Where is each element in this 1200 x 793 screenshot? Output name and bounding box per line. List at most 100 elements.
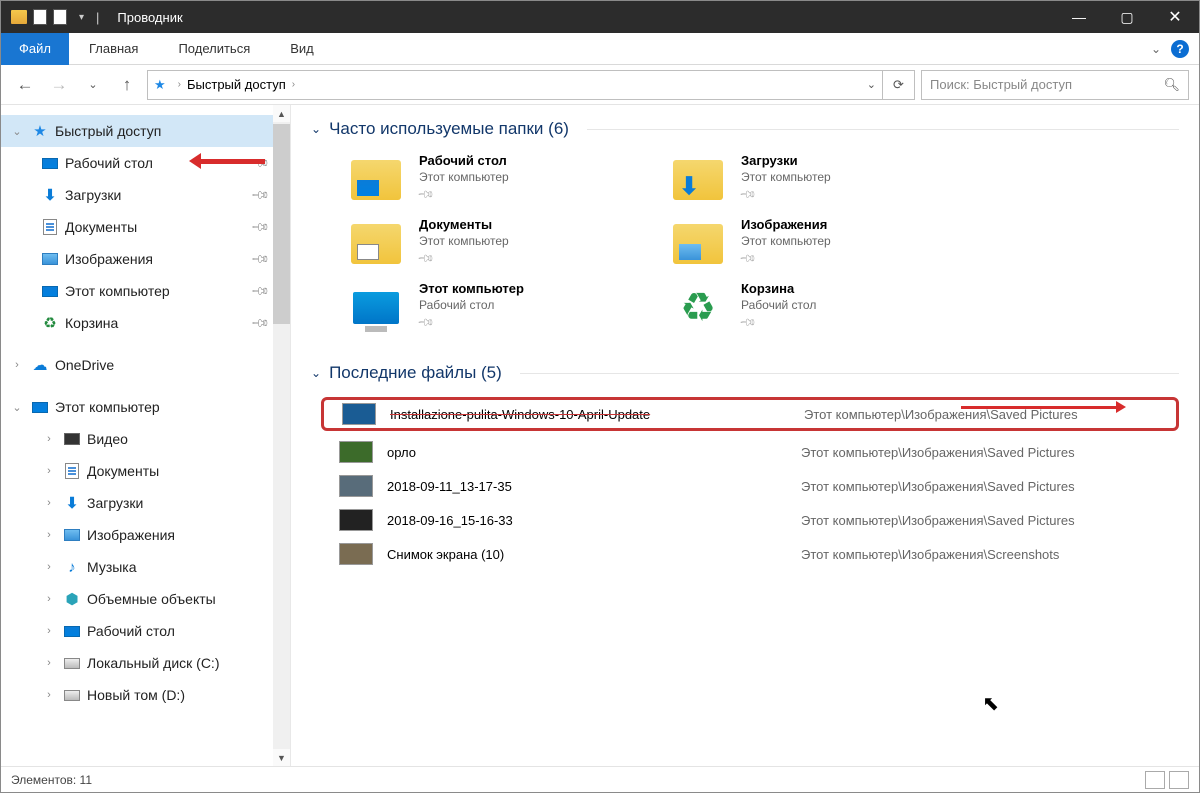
expand-icon[interactable] <box>9 125 25 138</box>
frequent-recycle[interactable]: ♻ КорзинаРабочий стол📌︎ <box>669 281 969 335</box>
scroll-thumb[interactable] <box>273 124 290 324</box>
search-icon[interactable]: 🔍︎ <box>1163 77 1180 93</box>
refresh-button[interactable]: ⟳ <box>882 71 914 99</box>
video-icon <box>63 430 81 448</box>
annotation-arrow <box>201 159 265 164</box>
tree-pictures[interactable]: Изображения 📌︎ <box>1 243 290 275</box>
tree-drive-c[interactable]: Локальный диск (C:) <box>1 647 290 679</box>
tree-downloads[interactable]: ⬇ Загрузки 📌︎ <box>1 179 290 211</box>
explorer-icon <box>11 10 27 24</box>
tree-downloads2[interactable]: ⬇ Загрузки <box>1 487 290 519</box>
new-doc-icon-2[interactable] <box>53 9 67 25</box>
frequent-thispc[interactable]: Этот компьютерРабочий стол📌︎ <box>347 281 647 335</box>
file-thumbnail <box>339 509 373 531</box>
frequent-folder-pictures[interactable]: ИзображенияЭтот компьютер📌︎ <box>669 217 969 271</box>
address-bar[interactable]: ★ › Быстрый доступ › ⌄ ⟳ <box>147 70 915 100</box>
search-input[interactable]: Поиск: Быстрый доступ 🔍︎ <box>921 70 1189 100</box>
back-button[interactable]: ← <box>11 71 39 99</box>
tree-quick-access[interactable]: ★ Быстрый доступ <box>1 115 290 147</box>
recyclebin-large-icon: ♻ <box>669 281 727 335</box>
expand-icon[interactable] <box>41 657 57 669</box>
tab-view[interactable]: Вид <box>270 33 334 65</box>
qat-dropdown-icon[interactable]: ▾ <box>73 12 90 23</box>
recent-file-row[interactable]: орло Этот компьютер\Изображения\Saved Pi… <box>321 435 1179 469</box>
maximize-button[interactable]: ▢ <box>1103 1 1151 33</box>
tree-recycle[interactable]: ♻ Корзина 📌︎ <box>1 307 290 339</box>
tree-3d-objects[interactable]: ⬢ Объемные объекты <box>1 583 290 615</box>
recent-file-row[interactable]: 2018-09-11_13-17-35 Этот компьютер\Изобр… <box>321 469 1179 503</box>
address-dropdown-icon[interactable]: ⌄ <box>861 78 882 91</box>
item-count: Элементов: 11 <box>11 773 92 787</box>
folder-name: Корзина <box>741 281 816 296</box>
tab-share[interactable]: Поделиться <box>158 33 270 65</box>
file-path: Этот компьютер\Изображения\Screenshots <box>801 547 1059 562</box>
tree-video[interactable]: Видео <box>1 423 290 455</box>
recent-locations-button[interactable]: ⌄ <box>79 71 107 99</box>
expand-icon[interactable] <box>41 497 57 509</box>
tree-desktop2[interactable]: Рабочий стол <box>1 615 290 647</box>
frequent-folder-desktop[interactable]: Рабочий столЭтот компьютер📌︎ <box>347 153 647 207</box>
tree-label: Этот компьютер <box>55 399 160 415</box>
help-icon[interactable]: ? <box>1171 40 1189 58</box>
expand-icon[interactable] <box>41 593 57 605</box>
annotation-arrow <box>961 406 1116 409</box>
scroll-up-icon[interactable]: ▲ <box>273 105 290 122</box>
tree-documents[interactable]: Документы 📌︎ <box>1 211 290 243</box>
view-details-button[interactable] <box>1145 771 1165 789</box>
sidebar-scrollbar[interactable]: ▲ ▼ <box>273 105 290 766</box>
expand-icon[interactable] <box>9 401 25 414</box>
content-pane: ⌄ Часто используемые папки (6) Рабочий с… <box>291 105 1199 766</box>
tree-label: Документы <box>87 463 159 479</box>
expand-icon[interactable] <box>41 689 57 701</box>
desktop-icon <box>41 154 59 172</box>
tree-drive-d[interactable]: Новый том (D:) <box>1 679 290 711</box>
tree-label: Изображения <box>87 527 175 543</box>
ribbon-collapse-icon[interactable]: ⌄ <box>1151 42 1161 56</box>
pin-icon: 📌︎ <box>250 185 271 206</box>
file-name: 2018-09-11_13-17-35 <box>387 479 787 494</box>
breadcrumb[interactable]: Быстрый доступ <box>187 77 286 92</box>
expand-icon[interactable] <box>41 625 57 637</box>
up-button[interactable]: ↑ <box>113 71 141 99</box>
pin-icon: 📌︎ <box>250 249 271 270</box>
pin-icon: 📌︎ <box>416 313 435 332</box>
file-tab[interactable]: Файл <box>1 33 69 65</box>
recent-file-row[interactable]: 2018-09-16_15-16-33 Этот компьютер\Изобр… <box>321 503 1179 537</box>
tree-pictures2[interactable]: Изображения <box>1 519 290 551</box>
recent-file-row[interactable]: Снимок экрана (10) Этот компьютер\Изобра… <box>321 537 1179 571</box>
expand-icon[interactable] <box>41 433 57 445</box>
tree-label: Загрузки <box>65 187 121 203</box>
forward-button[interactable]: → <box>45 71 73 99</box>
folder-pictures-icon <box>669 217 727 271</box>
new-doc-icon[interactable] <box>33 9 47 25</box>
tab-home[interactable]: Главная <box>69 33 158 65</box>
view-large-button[interactable] <box>1169 771 1189 789</box>
tree-documents2[interactable]: Документы <box>1 455 290 487</box>
file-name: орло <box>387 445 787 460</box>
folder-name: Загрузки <box>741 153 831 168</box>
section-frequent-header[interactable]: ⌄ Часто используемые папки (6) <box>311 119 1179 139</box>
expand-icon[interactable] <box>41 465 57 477</box>
folder-sub: Этот компьютер <box>741 234 831 248</box>
frequent-folder-downloads[interactable]: ⬇ ЗагрузкиЭтот компьютер📌︎ <box>669 153 969 207</box>
tree-music[interactable]: ♪ Музыка <box>1 551 290 583</box>
expand-icon[interactable] <box>9 359 25 371</box>
section-recent-header[interactable]: ⌄ Последние файлы (5) <box>311 363 1179 383</box>
chevron-right-icon[interactable]: › <box>292 79 295 90</box>
download-icon: ⬇ <box>63 494 81 512</box>
frequent-folder-documents[interactable]: ДокументыЭтот компьютер📌︎ <box>347 217 647 271</box>
close-button[interactable]: ✕ <box>1151 1 1199 33</box>
3d-objects-icon: ⬢ <box>63 590 81 608</box>
tree-onedrive[interactable]: ☁ OneDrive <box>1 349 290 381</box>
expand-icon[interactable] <box>41 529 57 541</box>
file-path: Этот компьютер\Изображения\Saved Picture… <box>801 513 1075 528</box>
folder-name: Этот компьютер <box>419 281 524 296</box>
scroll-down-icon[interactable]: ▼ <box>273 749 290 766</box>
tree-thispc-pinned[interactable]: Этот компьютер 📌︎ <box>1 275 290 307</box>
recent-file-row[interactable]: Installazione-pulita-Windows-10-April-Up… <box>321 397 1179 431</box>
pin-icon: 📌︎ <box>738 313 757 332</box>
minimize-button[interactable]: — <box>1055 1 1103 33</box>
star-icon: ★ <box>31 122 49 140</box>
tree-thispc[interactable]: Этот компьютер <box>1 391 290 423</box>
expand-icon[interactable] <box>41 561 57 573</box>
